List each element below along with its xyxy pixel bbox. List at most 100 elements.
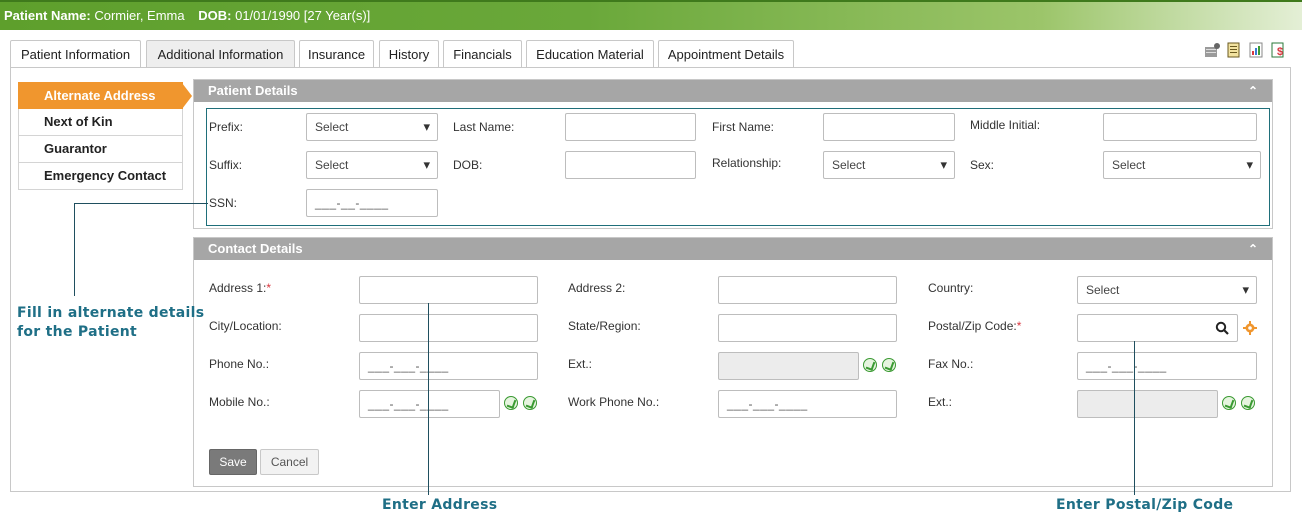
last-name-input[interactable] xyxy=(565,113,696,141)
country-value: Select xyxy=(1086,283,1120,297)
patient-details-header: Patient Details ⌃ xyxy=(194,80,1272,102)
ssn-placeholder: ___-__-____ xyxy=(315,196,389,210)
phone-placeholder: ___-___-____ xyxy=(368,359,449,373)
ext2-label: Ext.: xyxy=(928,395,953,409)
relationship-select[interactable]: Select xyxy=(823,151,955,179)
address2-label: Address 2: xyxy=(568,281,626,295)
ext2-input[interactable] xyxy=(1077,390,1218,418)
search-icon[interactable] xyxy=(1215,321,1229,335)
sidebar-nav: Alternate Address Next of Kin Guarantor … xyxy=(18,82,192,190)
patient-name-label: Patient Name: xyxy=(4,8,91,23)
tab-education-material[interactable]: Education Material xyxy=(526,40,654,68)
ext-label: Ext.: xyxy=(568,357,593,371)
document-icon[interactable] xyxy=(1226,42,1242,58)
dob-label: DOB: xyxy=(198,8,232,23)
address2-input[interactable] xyxy=(718,276,897,304)
phone-input[interactable]: ___-___-____ xyxy=(359,352,538,380)
link-icon[interactable] xyxy=(882,358,896,372)
last-name-label: Last Name: xyxy=(453,120,515,134)
work-phone-placeholder: ___-___-____ xyxy=(727,397,808,411)
phone-call-icon[interactable] xyxy=(863,358,877,372)
tab-insurance[interactable]: Insurance xyxy=(299,40,374,68)
sidebar-item-emergency-contact[interactable]: Emergency Contact xyxy=(18,163,183,190)
middle-initial-label: Middle Initial: xyxy=(970,118,1041,132)
sex-label: Sex: xyxy=(970,158,995,172)
suffix-select[interactable]: Select xyxy=(306,151,438,179)
patient-details-title: Patient Details xyxy=(208,83,298,98)
postal-label: Postal/Zip Code:* xyxy=(928,319,1021,333)
address1-label-text: Address 1: xyxy=(209,281,267,295)
tab-patient-information[interactable]: Patient Information xyxy=(10,40,141,68)
prefix-value: Select xyxy=(315,120,349,134)
relationship-label: Relationship: xyxy=(712,156,782,170)
annotation-connector xyxy=(74,203,208,204)
sex-value: Select xyxy=(1112,158,1146,172)
link-icon[interactable] xyxy=(523,396,537,410)
dob-field-label: DOB: xyxy=(453,158,483,172)
annotation-connector xyxy=(74,203,75,296)
annotation-enter-address: Enter Address xyxy=(382,497,498,513)
city-input[interactable] xyxy=(359,314,538,342)
suffix-value: Select xyxy=(315,158,349,172)
billing-statement-icon[interactable]: $ xyxy=(1270,42,1286,58)
suffix-label: Suffix: xyxy=(209,158,243,172)
mobile-input[interactable]: ___-___-____ xyxy=(359,390,500,418)
prefix-label: Prefix: xyxy=(209,120,244,134)
sidebar-item-next-of-kin[interactable]: Next of Kin xyxy=(18,109,183,136)
sidebar-item-guarantor[interactable]: Guarantor xyxy=(18,136,183,163)
ssn-label: SSN: xyxy=(209,196,238,210)
first-name-label: First Name: xyxy=(712,120,775,134)
country-label: Country: xyxy=(928,281,974,295)
collapse-icon[interactable]: ⌃ xyxy=(1248,238,1258,260)
tab-financials[interactable]: Financials xyxy=(443,40,522,68)
annotation-connector xyxy=(1134,341,1135,495)
postal-input[interactable] xyxy=(1077,314,1238,342)
phone-call-icon[interactable] xyxy=(504,396,518,410)
tab-appointment-details[interactable]: Appointment Details xyxy=(658,40,794,68)
cancel-button[interactable]: Cancel xyxy=(260,449,319,475)
work-phone-label: Work Phone No.: xyxy=(568,395,660,409)
country-select[interactable]: Select xyxy=(1077,276,1257,304)
address1-label: Address 1:* xyxy=(209,281,271,295)
relationship-value: Select xyxy=(832,158,866,172)
mobile-label: Mobile No.: xyxy=(209,395,270,409)
tab-history[interactable]: History xyxy=(379,40,439,68)
annotation-alternate-details: Fill in alternate details for the Patien… xyxy=(17,305,205,340)
sidebar-item-alternate-address[interactable]: Alternate Address xyxy=(18,82,192,109)
ext-input[interactable] xyxy=(718,352,859,380)
contact-details-title: Contact Details xyxy=(208,241,303,256)
prefix-select[interactable]: Select xyxy=(306,113,438,141)
postal-label-text: Postal/Zip Code: xyxy=(928,319,1017,333)
tab-additional-information[interactable]: Additional Information xyxy=(146,40,295,68)
ssn-input[interactable]: ___-__-____ xyxy=(306,189,438,217)
gear-icon[interactable] xyxy=(1243,321,1257,335)
fax-placeholder: ___-___-____ xyxy=(1086,359,1167,373)
contact-details-header: Contact Details ⌃ xyxy=(194,238,1272,260)
middle-initial-input[interactable] xyxy=(1103,113,1257,141)
city-label: City/Location: xyxy=(209,319,282,333)
patient-name: Cormier, Emma xyxy=(94,8,185,23)
address1-input[interactable] xyxy=(359,276,538,304)
svg-text:$: $ xyxy=(1277,46,1283,58)
required-marker: * xyxy=(1016,319,1022,333)
link-icon[interactable] xyxy=(1241,396,1255,410)
chart-report-icon[interactable] xyxy=(1248,42,1264,58)
annotation-enter-postal: Enter Postal/Zip Code xyxy=(1056,497,1234,513)
phone-label: Phone No.: xyxy=(209,357,270,371)
mobile-placeholder: ___-___-____ xyxy=(368,397,449,411)
collapse-icon[interactable]: ⌃ xyxy=(1248,80,1258,102)
dob-input[interactable] xyxy=(565,151,696,179)
patient-dob: 01/01/1990 [27 Year(s)] xyxy=(235,8,371,23)
work-phone-input[interactable]: ___-___-____ xyxy=(718,390,897,418)
save-button[interactable]: Save xyxy=(209,449,257,475)
phone-call-icon[interactable] xyxy=(1222,396,1236,410)
sex-select[interactable]: Select xyxy=(1103,151,1261,179)
notification-icon[interactable] xyxy=(1204,42,1220,58)
annotation-connector xyxy=(428,303,429,495)
required-marker: * xyxy=(266,281,272,295)
state-input[interactable] xyxy=(718,314,897,342)
fax-label: Fax No.: xyxy=(928,357,974,371)
fax-input[interactable]: ___-___-____ xyxy=(1077,352,1257,380)
first-name-input[interactable] xyxy=(823,113,955,141)
patient-header-bar: Patient Name: Cormier, Emma DOB: 01/01/1… xyxy=(0,0,1302,30)
